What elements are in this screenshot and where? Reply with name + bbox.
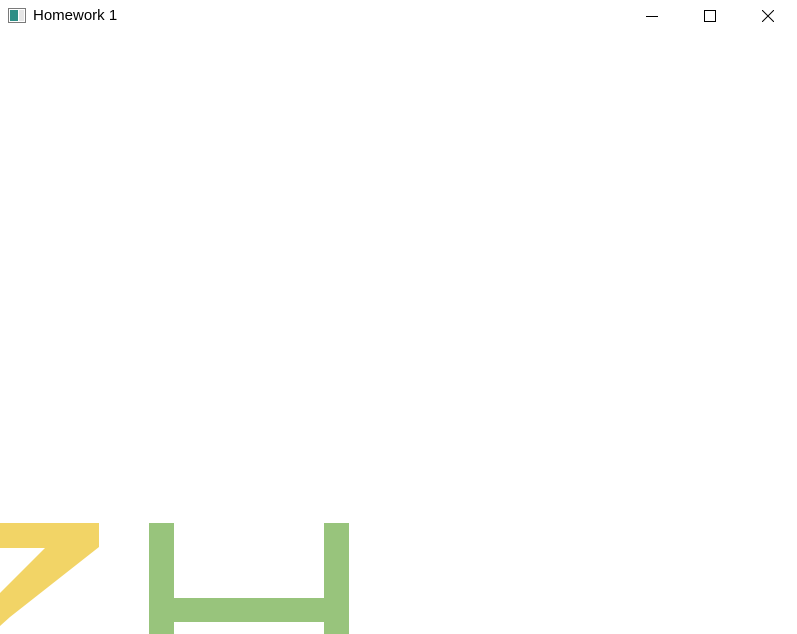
minimize-icon: [646, 16, 658, 17]
close-icon: [762, 10, 774, 22]
yellow-glyph: [0, 523, 99, 626]
app-window: Homework 1: [0, 0, 797, 634]
drawing-canvas: [0, 523, 349, 634]
window-title: Homework 1: [33, 7, 118, 24]
title-bar[interactable]: Homework 1: [0, 0, 797, 32]
green-glyph: [149, 523, 349, 634]
close-button[interactable]: [739, 0, 797, 32]
minimize-button[interactable]: [623, 0, 681, 32]
maximize-icon: [704, 10, 716, 22]
maximize-button[interactable]: [681, 0, 739, 32]
green-glyph-left-bar: [149, 523, 174, 634]
green-glyph-right-bar: [324, 523, 349, 634]
app-window-icon[interactable]: [8, 8, 26, 23]
green-glyph-crossbar: [174, 598, 324, 622]
